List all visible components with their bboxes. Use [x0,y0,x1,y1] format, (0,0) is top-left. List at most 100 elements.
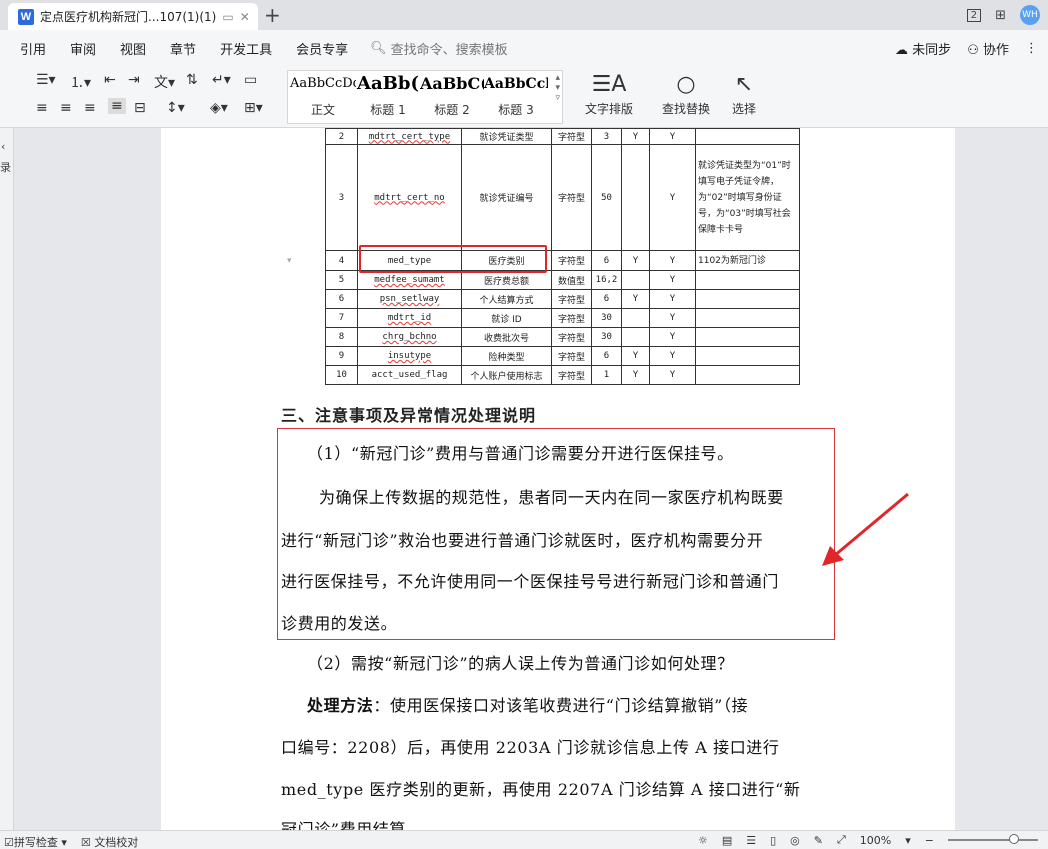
required-flag: Y [621,365,650,385]
document-tab[interactable]: W 定点医疗机构新冠门...107(1)(1) ▭ ✕ [8,3,258,30]
outline-view-icon[interactable]: ☰ [746,834,756,847]
paragraph-1: （1）“新冠门诊”费用与普通门诊需要分开进行医保挂号。 [307,444,734,463]
style-heading-1[interactable]: AaBb( 标题 1 [356,73,420,118]
increase-indent-icon[interactable]: ⇥ [128,72,140,88]
new-tab-icon[interactable]: + [264,3,281,27]
section-heading: 三、注意事项及异常情况处理说明 [281,406,537,425]
ribbon-toolbar: ☰▾ ⒈▾ ⇤ ⇥ 文▾ ⇅ ↵▾ ▭ ≡ ≡ ≡ ≡ ⊟ ↕▾ ◈▾ ⊞▾ A… [0,66,1048,128]
zoom-value[interactable]: 100% [860,834,891,847]
user-avatar[interactable]: WH [1020,5,1040,25]
zoom-knob[interactable] [1009,834,1019,844]
fullscreen-icon[interactable]: ⤢ [837,833,846,847]
line-spacing-icon[interactable]: ↕▾ [166,100,185,116]
field-note [695,128,800,145]
menu-chapter[interactable]: 章节 [158,39,208,58]
window-layout-icon[interactable]: 2 [966,8,982,22]
table-row: 3 mdtrt_cert_no 就诊凭证编号 字符型 50 Y 就诊凭证类型为“01”时填写… [325,144,800,251]
chinese-layout-icon[interactable]: 文▾ [154,72,175,92]
table-border-icon[interactable]: ▭ [244,72,257,88]
collab-button[interactable]: ⚇ 协作 [967,39,1009,58]
row-number: 7 [325,308,358,328]
style-preview: AaBbC( [420,74,484,93]
command-search[interactable]: 🔍︎ 查找命令、搜索模板 [370,39,508,58]
row-number: 4 [325,250,358,271]
doc-check-button[interactable]: ☒ 文档校对 [81,834,138,849]
zoom-slider[interactable] [948,834,1038,844]
nullable-flag: Y [649,327,696,347]
field-length: 6 [591,289,622,309]
paragraph-2-line-3: 进行医保挂号，不允许使用同一个医保挂号号进行新冠门诊和普通门 [281,572,780,591]
menu-developer[interactable]: 开发工具 [208,39,284,58]
tab-window-icon[interactable]: ▭ [222,10,233,24]
required-flag [621,270,650,290]
show-marks-icon[interactable]: ↵▾ [212,72,231,88]
paragraph-4-line-4: 冠门诊”费用结算。 [281,820,423,830]
menu-member[interactable]: 会员专享 [284,39,360,58]
borders-icon[interactable]: ⊞▾ [244,100,263,116]
more-menu-icon[interactable]: ⋮ [1025,41,1038,56]
paragraph-4-line-1: 处理方法：使用医保接口对该笔收费进行“门诊结算撤销”（接 [307,692,748,716]
navigation-strip[interactable]: ‹ 录 [0,128,14,830]
field-note: 1102为新冠门诊 [695,250,800,271]
paragraph-4-line-2: 口编号：2208）后，再使用 2203A 门诊就诊信息上传 A 接口进行 [281,738,780,757]
tab-title: 定点医疗机构新冠门...107(1)(1) [40,10,217,24]
method-text: ：使用医保接口对该笔收费进行“门诊结算撤销”（接 [373,696,749,715]
style-normal[interactable]: AaBbCcDd 正文 [290,73,356,118]
align-center-icon[interactable]: ≡ [60,100,72,116]
field-note [695,346,800,366]
numbered-list-icon[interactable]: ⒈▾ [70,72,91,92]
shading-icon[interactable]: ◈▾ [210,100,228,116]
sync-button[interactable]: ☁ 未同步 [895,39,951,58]
justify-icon[interactable]: ≡ [108,98,126,114]
pen-icon[interactable]: ✎ [814,834,823,847]
row-number: 8 [325,327,358,347]
collapse-icon[interactable]: ‹ [0,128,13,153]
web-view-icon[interactable]: ◎ [790,834,800,847]
doc-check-icon: ☒ [80,836,95,849]
style-name: 标题 3 [498,103,534,117]
zoom-out-icon[interactable]: − [925,834,934,847]
style-heading-2[interactable]: AaBbC( 标题 2 [420,73,484,118]
field-note [695,327,800,347]
title-bar: W 定点医疗机构新冠门...107(1)(1) ▭ ✕ + 2 ⊞ WH [0,0,1048,30]
menu-view[interactable]: 视图 [108,39,158,58]
select-button[interactable]: ↖ 选择 [724,70,764,117]
align-left-icon[interactable]: ≡ [36,100,48,116]
decrease-indent-icon[interactable]: ⇤ [104,72,116,88]
nullable-flag: Y [649,308,696,328]
document-page[interactable]: 2 mdtrt_cert_type 就诊凭证类型 字符型 3 Y Y 3 mdtrt_cert_… [161,128,955,830]
page-view-icon[interactable]: ▤ [722,834,732,847]
doc-check-label: 文档校对 [94,836,139,849]
find-replace-button[interactable]: ○ 查找替换 [656,70,716,117]
text-layout-icon: ☰A [591,72,627,97]
style-heading-3[interactable]: AaBbCcl 标题 3 [484,73,548,118]
align-right-icon[interactable]: ≡ [84,100,96,116]
text-layout-button[interactable]: ☰A 文字排版 [580,70,638,117]
field-length: 6 [591,250,622,271]
field-code: medfee_sumamt [357,270,462,290]
field-length: 3 [591,128,622,145]
field-type: 数值型 [551,270,592,290]
required-flag: Y [621,250,650,271]
highlight-rect-med-type [359,245,547,273]
distribute-icon[interactable]: ⊟ [134,100,146,116]
tab-close-icon[interactable]: ✕ [240,10,250,24]
apps-grid-icon[interactable]: ⊞ [995,8,1006,23]
gallery-scroll-icon[interactable]: ▴ ▾ ▿ [555,73,560,103]
paragraph-3: （2）需按“新冠门诊”的病人误上传为普通门诊如何处理？ [307,654,734,673]
field-note: 就诊凭证类型为“01”时填写电子凭证令牌，为“02”时填写身份证号，为“03”时… [695,144,800,251]
required-flag [621,308,650,328]
bullet-list-icon[interactable]: ☰▾ [36,72,56,88]
field-name: 险种类型 [461,346,552,366]
spell-check-button[interactable]: ☑拼写检查 ▾ [4,834,67,849]
sort-icon[interactable]: ⇅ [186,72,198,88]
style-name: 正文 [310,103,335,117]
menu-reference[interactable]: 引用 [0,39,58,58]
eye-protect-icon[interactable]: ☼ [698,834,708,847]
read-view-icon[interactable]: ▯ [770,834,776,847]
select-label: 选择 [731,102,756,116]
menu-review[interactable]: 审阅 [58,39,108,58]
field-name: 个人账户使用标志 [461,365,552,385]
field-type: 字符型 [551,289,592,309]
zoom-dropdown-icon[interactable]: ▾ [905,834,911,847]
